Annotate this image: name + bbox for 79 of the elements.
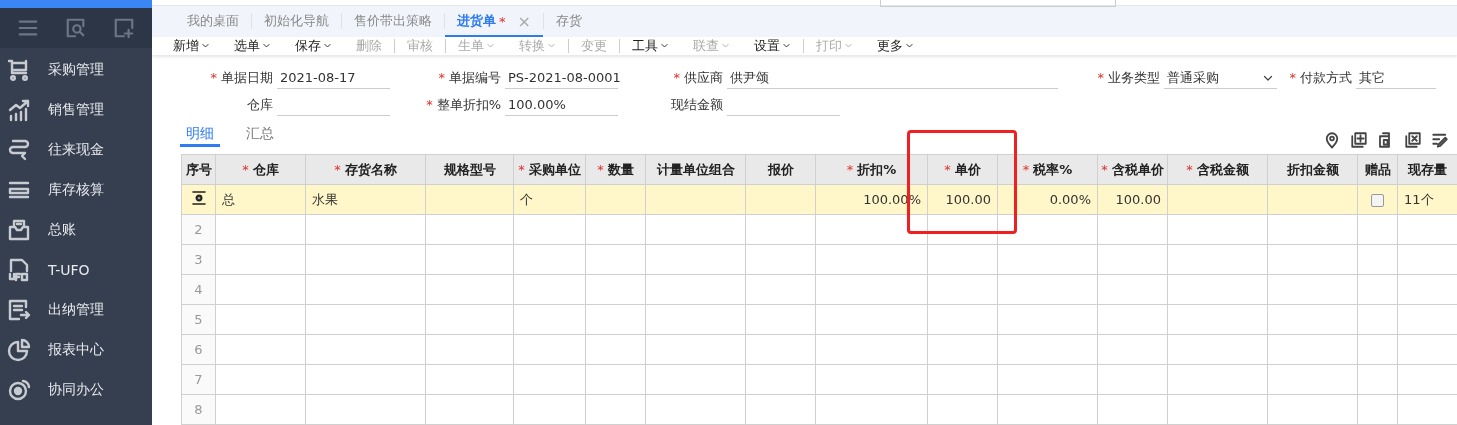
column-header[interactable]: * 含税单价 [1097,154,1168,185]
menu-item[interactable]: 出纳管理 [48,301,104,319]
column-header[interactable]: * 折扣% [815,154,928,185]
menu-item[interactable]: 协同办公 [48,381,104,399]
field-label: * 单据编号 [437,69,501,87]
bar-chart-icon[interactable] [7,98,31,122]
column-header[interactable]: 序号 [181,154,216,185]
field-label: 现结金额 [670,96,723,114]
field-label: * 业务类型 [1096,69,1160,87]
add-rows-icon[interactable] [1350,131,1368,149]
menu-item[interactable]: T-UFO [48,262,90,278]
box-icon[interactable] [7,218,31,242]
target-icon[interactable] [7,378,31,402]
column-header[interactable]: 报价 [745,154,816,185]
toolbar-button[interactable]: 新增 [165,36,218,55]
toolbar-button[interactable]: 更多 [869,36,922,55]
search-icon[interactable] [65,17,87,39]
column-header[interactable]: 赠品 [1357,154,1398,185]
input-field[interactable]: 100.00% [505,94,618,116]
tab[interactable]: 进货单 [457,12,496,31]
field-label: * 整单折扣% [425,96,501,114]
input-field[interactable]: 供尹颂 [727,67,1058,89]
column-header[interactable]: * 单价 [927,154,998,185]
field-label: 仓库 [246,96,273,114]
tab[interactable]: 汇总 [240,125,280,147]
menu-item[interactable]: 库存核算 [48,181,104,199]
field-label: * 单据日期 [209,69,273,87]
remove-rows-icon[interactable] [1404,131,1422,149]
exit-document-icon[interactable] [7,298,31,322]
field-label: * 付款方式 [1288,69,1352,87]
table-cell: 水果 [305,184,426,215]
menu-item[interactable]: 总账 [48,221,76,239]
table-cell: 总 [215,184,306,215]
select-field[interactable]: 普通采购 [1164,67,1277,89]
menu-item[interactable]: 报表中心 [48,341,104,359]
column-header[interactable]: * 存货名称 [305,154,426,185]
menu-item[interactable]: 销售管理 [48,101,104,119]
toolbar-button[interactable]: 选单 [226,36,279,55]
column-header[interactable]: 计量单位组合 [645,154,746,185]
modified-marker: * [499,13,506,29]
column-header[interactable]: * 采购单位 [513,154,586,185]
table-cell: 100.00 [1097,184,1168,215]
row-number: 3 [181,244,216,275]
pin-icon[interactable] [1323,131,1341,149]
column-header[interactable]: * 含税金额 [1167,154,1268,185]
toolbar-button[interactable]: 保存 [287,36,340,55]
menu-item[interactable]: 往来现金 [48,141,104,159]
cart-icon[interactable] [7,58,31,82]
column-header[interactable]: * 税率% [997,154,1098,185]
column-header[interactable]: 规格型号 [425,154,514,185]
edit-lines-icon[interactable] [1431,131,1449,149]
menu-icon[interactable] [17,17,39,39]
table-cell: 0.00% [997,184,1098,215]
row-number: 7 [181,364,216,395]
table-cell: 100.00 [927,184,998,215]
table-cell: 个 [513,184,586,215]
input-field[interactable]: PS-2021-08-0001 [505,67,618,89]
pie-chart-icon[interactable] [7,338,31,362]
row-number: 5 [181,304,216,335]
toolbar-button[interactable]: 设置 [746,36,799,55]
tab[interactable]: 明细 [180,125,220,147]
input-field[interactable]: 其它 [1356,67,1436,89]
column-header[interactable]: 现存量 [1397,154,1457,185]
input-field[interactable]: 2021-08-17 [277,67,390,89]
toolbar-button[interactable]: 工具 [624,36,677,55]
row-number: 8 [181,394,216,425]
field-label: * 供应商 [672,69,723,87]
table-cell: 11个 [1397,184,1457,215]
row-number: 4 [181,274,216,305]
column-header[interactable]: * 数量 [585,154,646,185]
document-icon[interactable] [7,258,31,282]
row-number: 2 [181,214,216,245]
column-header[interactable]: 折扣金额 [1267,154,1358,185]
column-header[interactable]: * 仓库 [215,154,306,185]
menu-item[interactable]: 采购管理 [48,61,104,79]
row-number: 6 [181,334,216,365]
add-icon[interactable] [113,17,135,39]
checkbox[interactable] [1371,194,1384,207]
exchange-icon[interactable] [7,138,31,162]
